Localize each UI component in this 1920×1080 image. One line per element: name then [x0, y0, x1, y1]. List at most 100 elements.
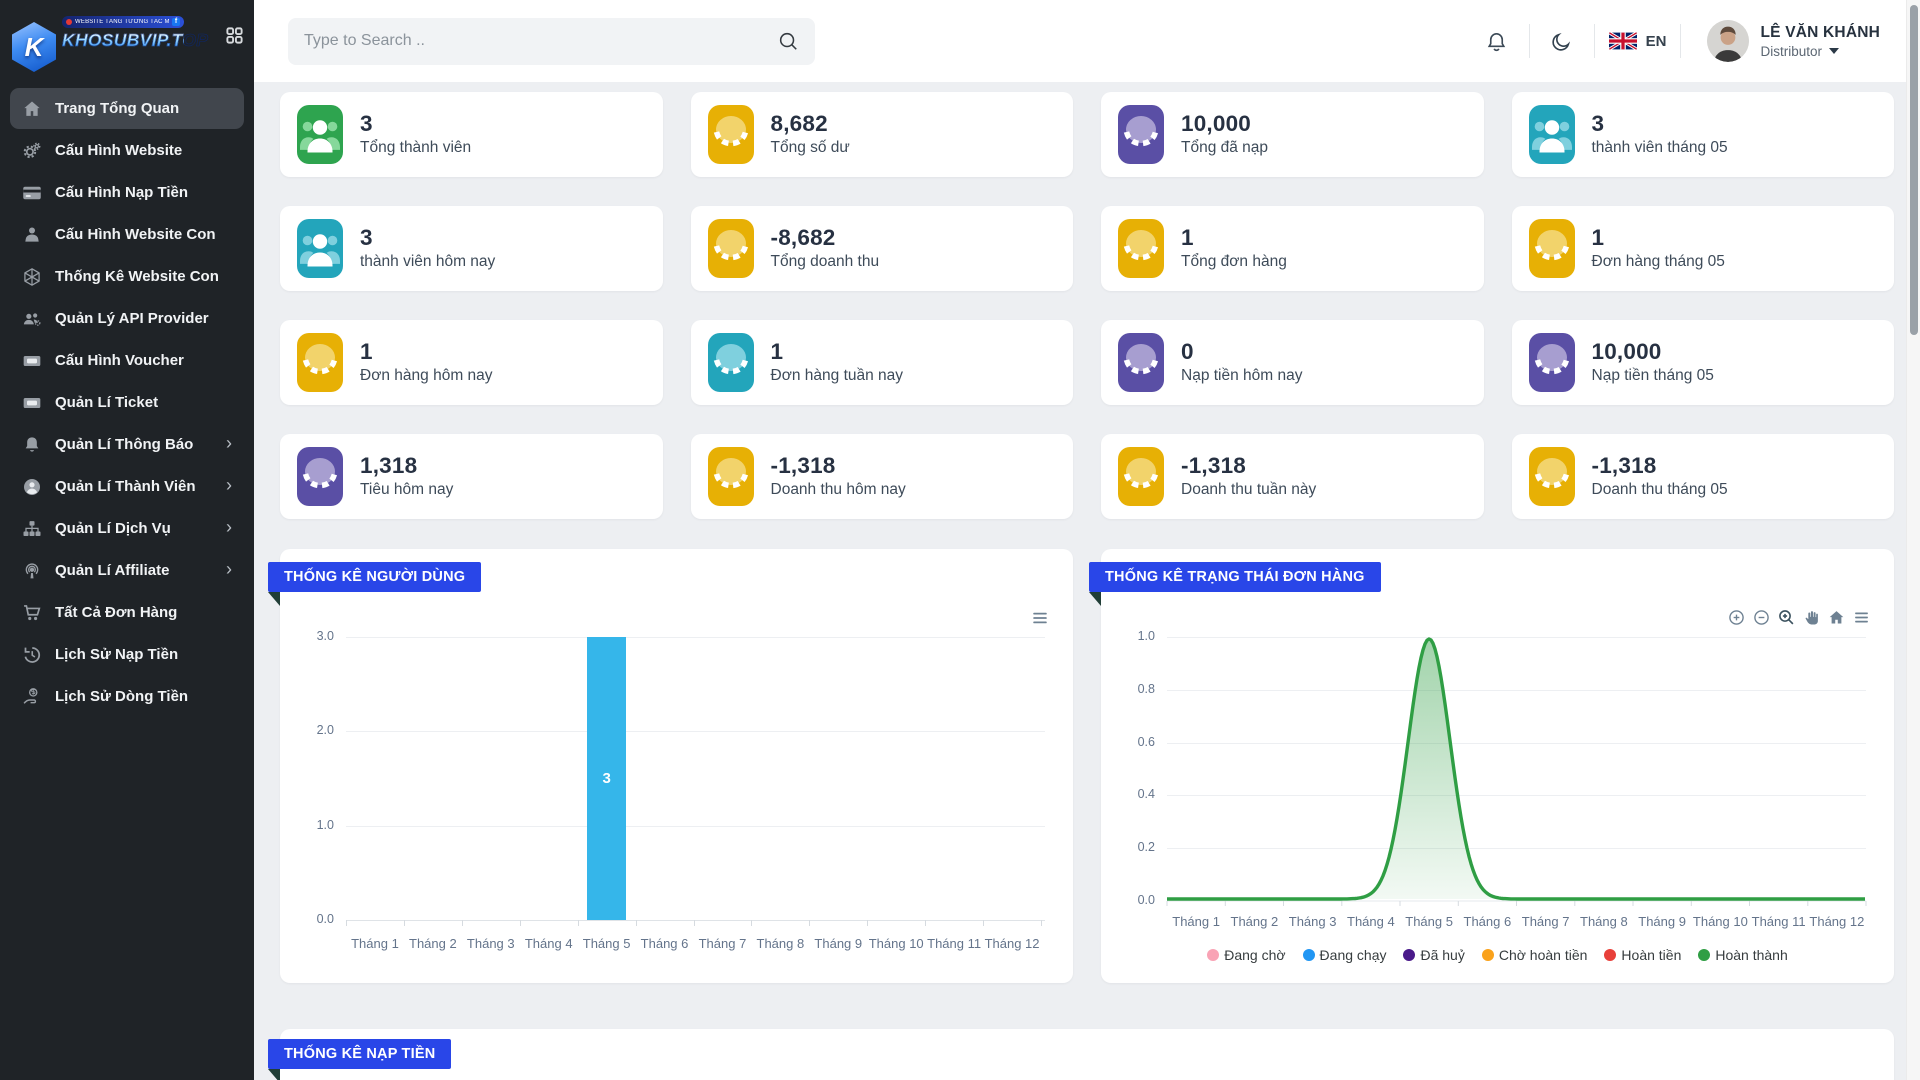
stat-value: -1,318 [771, 454, 906, 478]
stat-card: 1,318Tiêu hôm nay [280, 434, 663, 519]
sidebar-item-11[interactable]: Quản Lí Affiliate› [10, 550, 244, 591]
x-axis-label: Tháng 11 [1750, 914, 1808, 929]
y-axis-label: 0.8 [1101, 682, 1155, 696]
user-role-label: Distributor [1760, 44, 1822, 59]
legend-item[interactable]: Chờ hoàn tiền [1482, 947, 1588, 963]
stat-text: 1Đơn hàng tuần nay [771, 340, 904, 386]
podcast-icon [22, 561, 42, 581]
stat-card: -1,318Doanh thu tháng 05 [1512, 434, 1895, 519]
language-label: EN [1646, 33, 1667, 50]
search-input[interactable] [304, 32, 777, 50]
home-reset-icon[interactable] [1828, 609, 1845, 626]
x-axis-label: Tháng 3 [462, 936, 520, 951]
gears-icon [22, 141, 42, 161]
coin-icon [708, 105, 754, 164]
axis-tick [867, 920, 868, 926]
sidebar-item-2[interactable]: Cấu Hình Nạp Tiền [10, 172, 244, 213]
stat-card: 1Tổng đơn hàng [1101, 206, 1484, 291]
chevron-right-icon: › [226, 434, 232, 455]
divider [1680, 24, 1681, 58]
language-switcher[interactable]: EN [1605, 32, 1671, 50]
sidebar-item-9[interactable]: Quản Lí Thành Viên› [10, 466, 244, 507]
sidebar-item-label: Cấu Hình Nạp Tiền [55, 184, 188, 201]
user-menu[interactable]: LÊ VĂN KHÁNH Distributor [1707, 20, 1880, 62]
stat-text: 1Đơn hàng hôm nay [360, 340, 493, 386]
sidebar-item-12[interactable]: Tất Cả Đơn Hàng [10, 592, 244, 633]
orders-area-chart [1167, 637, 1866, 908]
coin-icon [1118, 333, 1164, 392]
x-axis-label: Tháng 1 [1167, 914, 1225, 929]
coin-icon [1529, 333, 1575, 392]
x-axis-label: Tháng 10 [1691, 914, 1749, 929]
legend-dot [1403, 949, 1415, 961]
stat-value: 8,682 [771, 112, 850, 136]
x-axis-label: Tháng 4 [520, 936, 578, 951]
sidebar-item-10[interactable]: Quản Lí Dịch Vụ› [10, 508, 244, 549]
apps-grid-icon[interactable] [225, 26, 244, 50]
legend-item[interactable]: Đang chạy [1303, 947, 1387, 963]
legend-item[interactable]: Hoàn thành [1698, 947, 1787, 963]
coin-icon [1118, 219, 1164, 278]
sidebar-item-8[interactable]: Quản Lí Thông Báo› [10, 424, 244, 465]
chevron-right-icon: › [226, 518, 232, 539]
chevron-right-icon: › [226, 560, 232, 581]
gridline [346, 826, 1045, 827]
axis-tick [404, 920, 405, 926]
users-gear-icon [22, 309, 42, 329]
y-axis-label: 1.0 [1101, 629, 1155, 643]
user-name: LÊ VĂN KHÁNH [1760, 24, 1880, 42]
brand-logo[interactable]: K WEBSITE TĂNG TƯƠNG TÁC MẠNG XÃ HỘI UY … [0, 0, 254, 78]
sidebar-item-3[interactable]: Cấu Hình Website Con [10, 214, 244, 255]
sidebar-item-6[interactable]: Cấu Hình Voucher [10, 340, 244, 381]
zoom-in-icon[interactable] [1728, 609, 1745, 626]
record-dot-icon [66, 19, 72, 25]
voucher-icon [22, 351, 42, 371]
chart-menu-icon[interactable] [1853, 609, 1870, 626]
stat-text: 10,000Tổng đã nạp [1181, 112, 1268, 158]
pan-hand-icon[interactable] [1803, 609, 1820, 626]
ticket-icon [22, 393, 42, 413]
avatar [1707, 20, 1749, 62]
coin-icon [1529, 447, 1575, 506]
scrollbar-thumb[interactable] [1910, 5, 1918, 335]
x-axis-label: Tháng 2 [1225, 914, 1283, 929]
dark-mode-moon-icon[interactable] [1540, 30, 1584, 53]
selection-zoom-icon[interactable] [1778, 609, 1795, 626]
y-axis-label: 0.4 [1101, 787, 1155, 801]
sidebar-item-5[interactable]: Quản Lý API Provider [10, 298, 244, 339]
members-icon [297, 219, 343, 278]
chart-menu-icon[interactable] [1031, 609, 1049, 627]
stat-card: 3Tổng thành viên [280, 92, 663, 177]
scrollbar-track[interactable] [1906, 0, 1920, 1080]
brand-letter: K [25, 32, 44, 63]
legend-item[interactable]: Hoàn tiền [1604, 947, 1681, 963]
stat-text: -1,318Doanh thu tháng 05 [1592, 454, 1728, 500]
stat-text: -8,682Tổng doanh thu [771, 226, 880, 272]
sidebar-item-14[interactable]: Lịch Sử Dòng Tiền [10, 676, 244, 717]
home-icon [22, 99, 42, 119]
notifications-bell-icon[interactable] [1475, 30, 1519, 53]
bar-data-label: 3 [602, 770, 610, 787]
user-circle-icon [22, 477, 42, 497]
sidebar-menu: Trang Tổng QuanCấu Hình Website Cấu Hình … [0, 80, 254, 717]
sidebar-item-label: Quản Lí Ticket [55, 394, 158, 411]
sidebar-item-7[interactable]: Quản Lí Ticket [10, 382, 244, 423]
zoom-out-icon[interactable] [1753, 609, 1770, 626]
legend-item[interactable]: Đã huỷ [1403, 947, 1464, 963]
search-icon[interactable] [777, 30, 799, 52]
stat-text: 3thành viên tháng 05 [1592, 112, 1728, 158]
legend-item[interactable]: Đang chờ [1207, 947, 1285, 963]
stat-label: thành viên tháng 05 [1592, 139, 1728, 157]
coin-icon [708, 219, 754, 278]
sidebar-item-0[interactable]: Trang Tổng Quan [10, 88, 244, 129]
sidebar-item-1[interactable]: Cấu Hình Website [10, 130, 244, 171]
sidebar-item-4[interactable]: Thống Kê Website Con [10, 256, 244, 297]
stat-value: 1 [1181, 226, 1287, 250]
x-axis-label: Tháng 1 [346, 936, 404, 951]
legend-dot [1604, 949, 1616, 961]
sidebar-item-13[interactable]: Lịch Sử Nạp Tiền [10, 634, 244, 675]
divider [1529, 24, 1530, 58]
legend-label: Hoàn tiền [1621, 947, 1681, 963]
user-role: Distributor [1760, 44, 1880, 59]
coin-icon [1118, 105, 1164, 164]
